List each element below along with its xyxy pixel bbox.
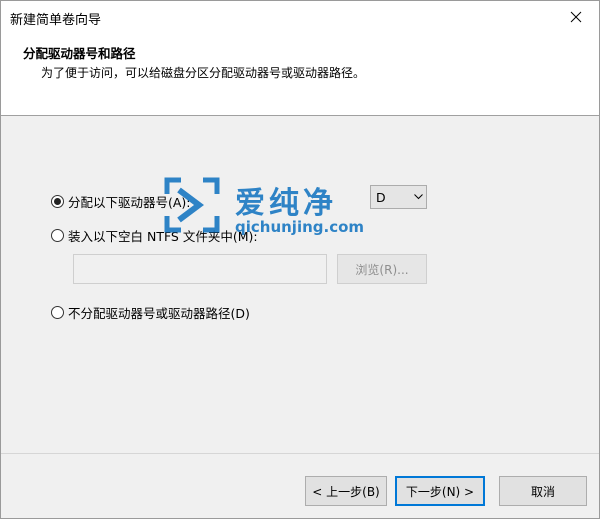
wizard-content: 分配以下驱动器号(A): D 装入以下空白 NTFS 文件夹中(M): 浏览(R… bbox=[1, 117, 599, 453]
no-assign-option[interactable]: 不分配驱动器号或驱动器路径(D) bbox=[51, 303, 250, 322]
assign-letter-radio[interactable] bbox=[51, 195, 64, 208]
no-assign-radio[interactable] bbox=[51, 306, 64, 319]
folder-path-input[interactable] bbox=[73, 254, 327, 284]
mount-folder-radio[interactable] bbox=[51, 229, 64, 242]
back-button[interactable]: < 上一步(B) bbox=[305, 476, 387, 506]
wizard-footer: < 上一步(B) 下一步(N) > 取消 bbox=[1, 453, 599, 518]
title-bar[interactable]: 新建简单卷向导 bbox=[1, 1, 599, 33]
close-button[interactable] bbox=[553, 1, 599, 32]
watermark-text: 爱纯净 bbox=[235, 186, 337, 221]
watermark-logo-icon bbox=[164, 177, 220, 233]
wizard-window: 新建简单卷向导 分配驱动器号和路径 为了便于访问，可以给磁盘分区分配驱动器号或驱… bbox=[0, 0, 600, 519]
cancel-button[interactable]: 取消 bbox=[499, 476, 587, 506]
chevron-down-icon bbox=[410, 194, 426, 200]
window-title: 新建简单卷向导 bbox=[10, 13, 102, 28]
page-title: 分配驱动器号和路径 bbox=[23, 46, 136, 61]
next-button[interactable]: 下一步(N) > bbox=[395, 476, 485, 506]
watermark-url: qichunjing.com bbox=[235, 218, 365, 236]
wizard-header: 分配驱动器号和路径 为了便于访问，可以给磁盘分区分配驱动器号或驱动器路径。 bbox=[1, 33, 599, 116]
watermark: 爱纯净 qichunjing.com bbox=[159, 172, 379, 242]
close-icon bbox=[570, 11, 582, 22]
no-assign-label: 不分配驱动器号或驱动器路径(D) bbox=[68, 306, 250, 321]
browse-button[interactable]: 浏览(R)... bbox=[337, 254, 427, 284]
page-subtitle: 为了便于访问，可以给磁盘分区分配驱动器号或驱动器路径。 bbox=[41, 66, 366, 80]
